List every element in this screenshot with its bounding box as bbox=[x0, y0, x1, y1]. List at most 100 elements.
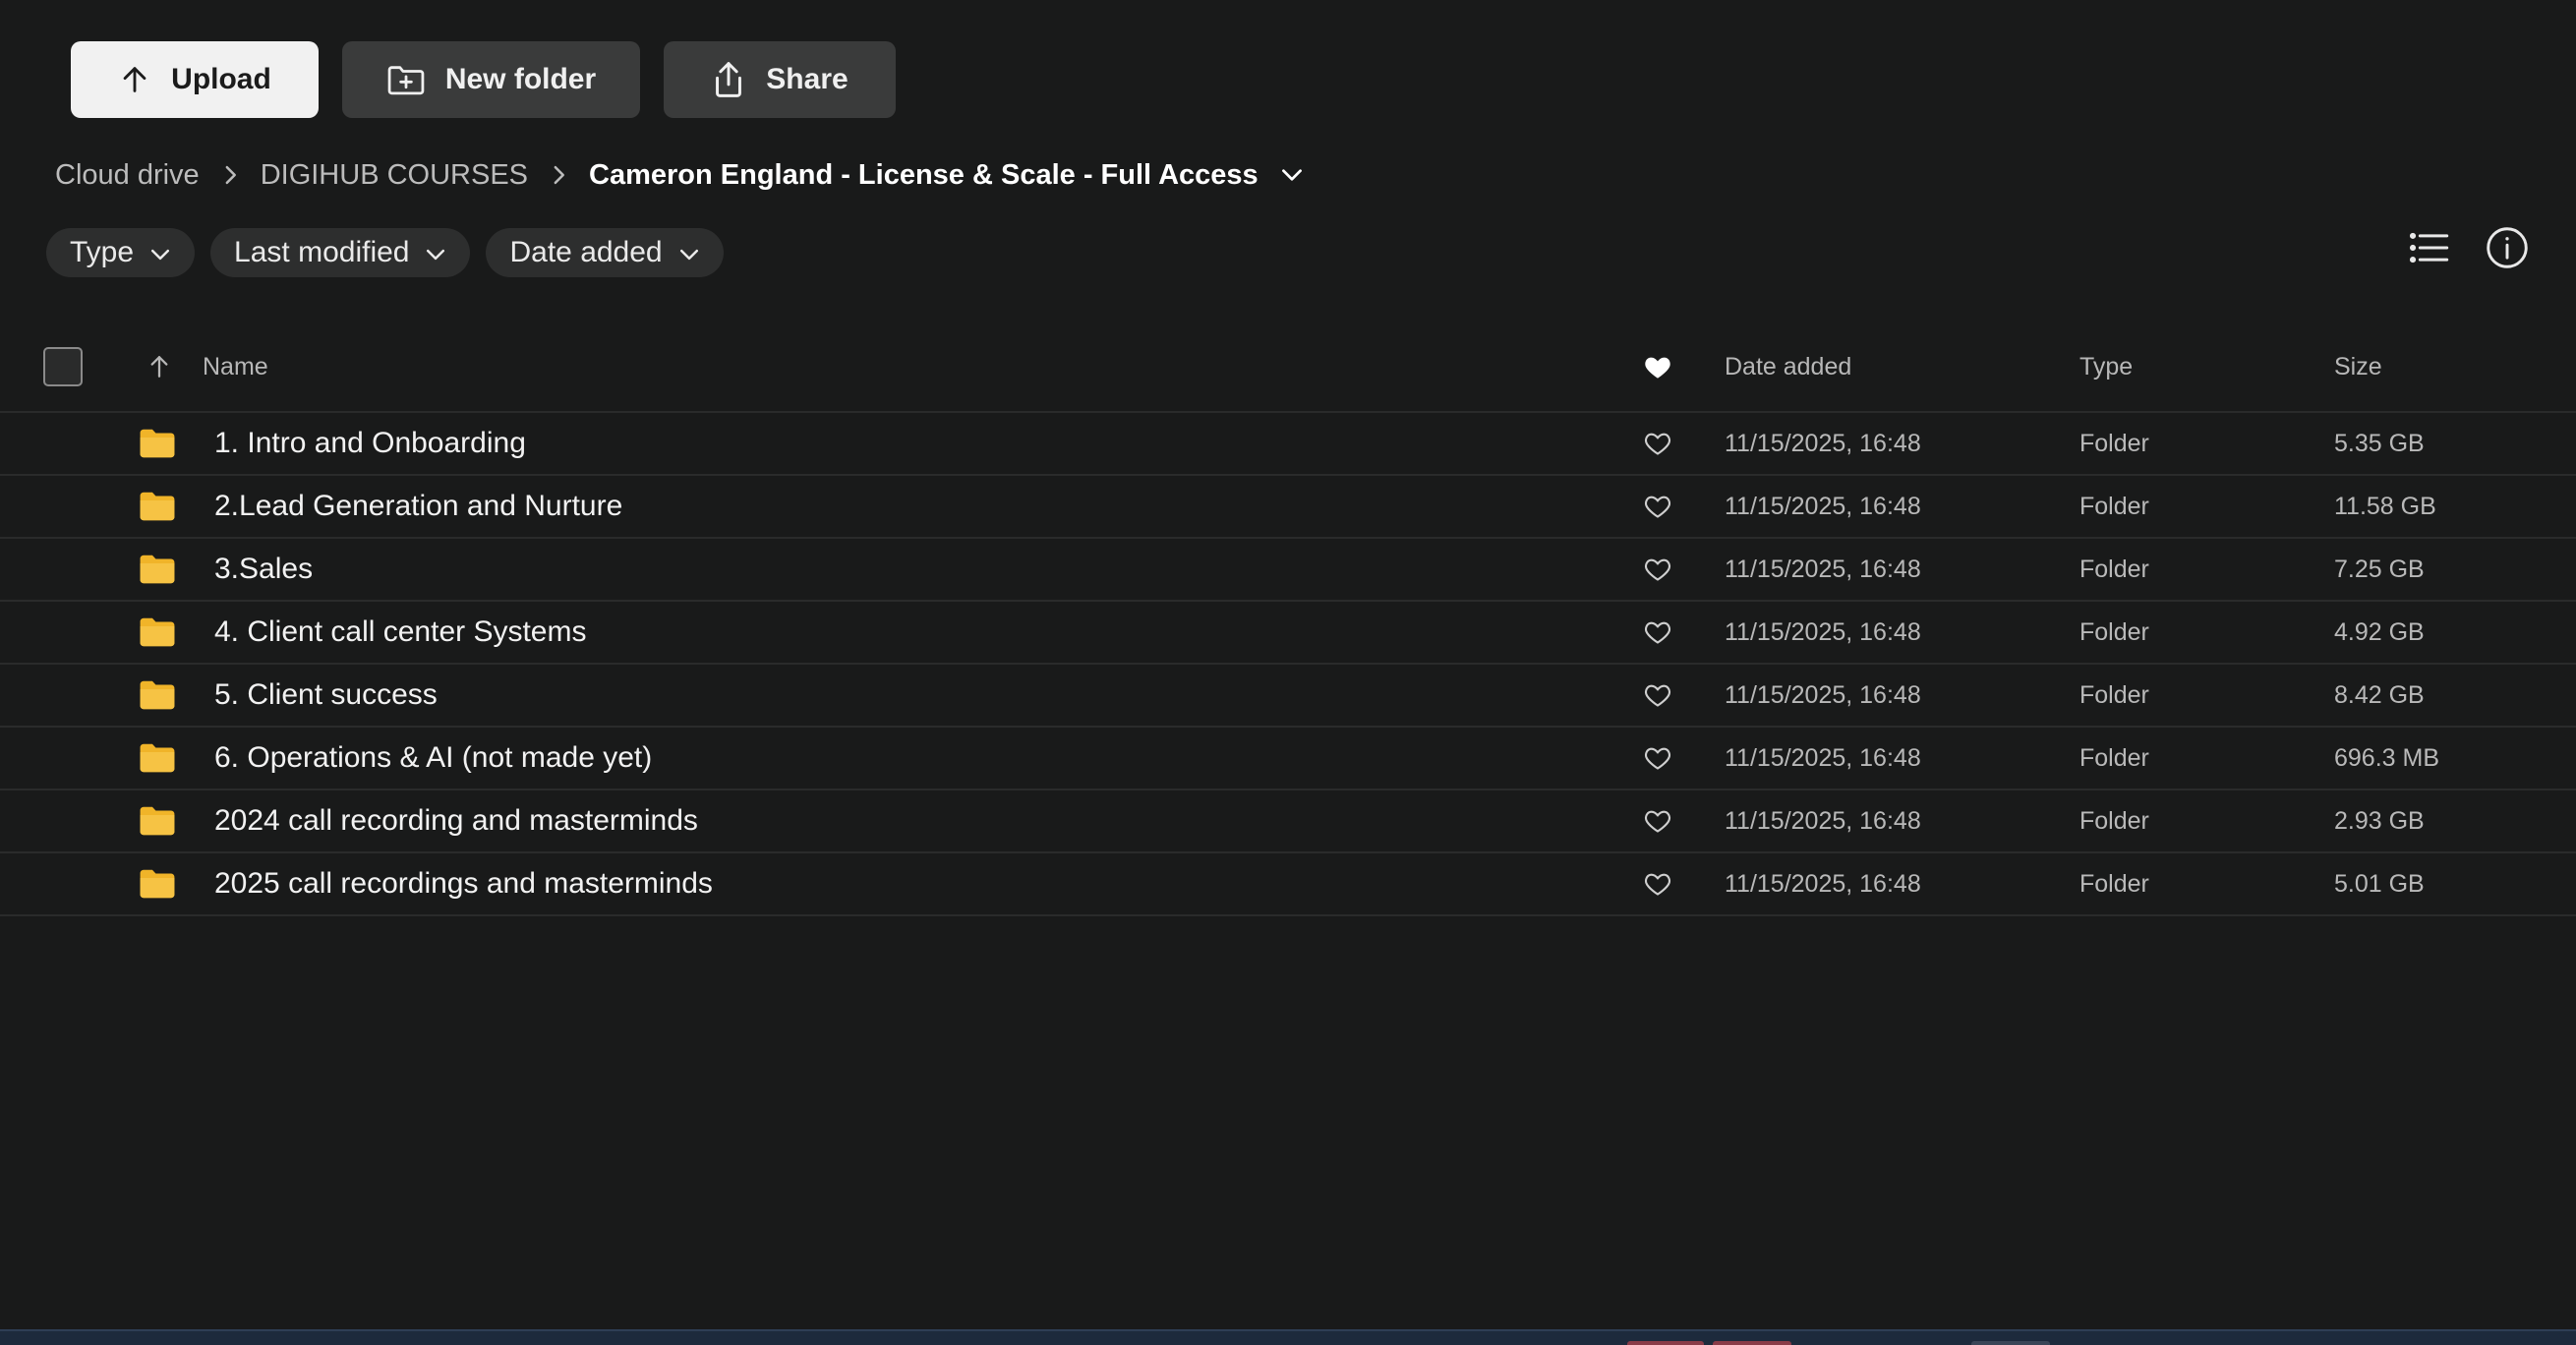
type-filter-label: Type bbox=[70, 236, 135, 268]
type-cell: Folder bbox=[2079, 492, 2149, 520]
folder-icon bbox=[139, 728, 176, 789]
chevron-down-icon bbox=[425, 236, 446, 269]
last-modified-filter[interactable]: Last modified bbox=[210, 228, 471, 277]
size-cell: 5.01 GB bbox=[2334, 869, 2425, 898]
filter-bar: Type Last modified Date added bbox=[46, 228, 724, 277]
folder-name[interactable]: 1. Intro and Onboarding bbox=[214, 413, 526, 474]
type-cell: Folder bbox=[2079, 617, 2149, 646]
type-column-header[interactable]: Type bbox=[2079, 322, 2133, 411]
table-row[interactable]: 3.Sales 11/15/2025, 16:48 Folder 7.25 GB bbox=[0, 539, 2576, 602]
chevron-down-icon[interactable] bbox=[1280, 167, 1304, 183]
date-added-cell: 11/15/2025, 16:48 bbox=[1725, 680, 1921, 709]
upload-button[interactable]: Upload bbox=[71, 41, 319, 118]
type-cell: Folder bbox=[2079, 555, 2149, 583]
chevron-down-icon bbox=[149, 236, 171, 269]
folder-name[interactable]: 2024 call recording and masterminds bbox=[214, 790, 698, 851]
info-icon[interactable] bbox=[2486, 226, 2529, 269]
folder-icon bbox=[139, 476, 176, 537]
favorites-column-heart-icon[interactable] bbox=[1644, 322, 1671, 411]
table-row[interactable]: 1. Intro and Onboarding 11/15/2025, 16:4… bbox=[0, 413, 2576, 476]
folder-icon bbox=[139, 665, 176, 726]
heart-icon[interactable] bbox=[1644, 728, 1671, 789]
folder-name[interactable]: 3.Sales bbox=[214, 539, 313, 600]
heart-icon[interactable] bbox=[1644, 476, 1671, 537]
date-added-cell: 11/15/2025, 16:48 bbox=[1725, 869, 1921, 898]
new-folder-button[interactable]: New folder bbox=[342, 41, 640, 118]
table-row[interactable]: 6. Operations & AI (not made yet) 11/15/… bbox=[0, 728, 2576, 790]
type-cell: Folder bbox=[2079, 869, 2149, 898]
share-label: Share bbox=[766, 63, 849, 95]
table-row[interactable]: 2024 call recording and masterminds 11/1… bbox=[0, 790, 2576, 853]
cloud-drive-page: Upload New folder Share Cloud drive DIGI… bbox=[0, 0, 2576, 1345]
size-cell: 8.42 GB bbox=[2334, 680, 2425, 709]
heart-icon[interactable] bbox=[1644, 539, 1671, 600]
heart-icon[interactable] bbox=[1644, 665, 1671, 726]
folder-name[interactable]: 5. Client success bbox=[214, 665, 438, 726]
share-button[interactable]: Share bbox=[664, 41, 896, 118]
type-cell: Folder bbox=[2079, 743, 2149, 772]
row-divider-gap bbox=[2515, 476, 2576, 478]
toolbar: Upload New folder Share bbox=[71, 41, 896, 118]
date-added-cell: 11/15/2025, 16:48 bbox=[1725, 555, 1921, 583]
type-cell: Folder bbox=[2079, 806, 2149, 835]
taskbar-item[interactable] bbox=[1627, 1341, 1704, 1345]
row-divider-gap bbox=[2515, 413, 2576, 415]
size-cell: 2.93 GB bbox=[2334, 806, 2425, 835]
type-filter[interactable]: Type bbox=[46, 228, 196, 277]
folder-name[interactable]: 2025 call recordings and masterminds bbox=[214, 853, 713, 914]
breadcrumb-current-folder[interactable]: Cameron England - License & Scale - Full… bbox=[589, 159, 1259, 192]
date-added-cell: 11/15/2025, 16:48 bbox=[1725, 806, 1921, 835]
heart-icon[interactable] bbox=[1644, 790, 1671, 851]
arrow-up-icon bbox=[118, 63, 151, 96]
last-modified-filter-label: Last modified bbox=[234, 236, 410, 268]
row-divider-gap bbox=[2515, 790, 2576, 792]
date-added-cell: 11/15/2025, 16:48 bbox=[1725, 743, 1921, 772]
taskbar bbox=[0, 1329, 2576, 1345]
folder-name[interactable]: 4. Client call center Systems bbox=[214, 602, 586, 663]
list-view-icon[interactable] bbox=[2409, 231, 2450, 264]
size-cell: 696.3 MB bbox=[2334, 743, 2440, 772]
table-row[interactable]: 4. Client call center Systems 11/15/2025… bbox=[0, 602, 2576, 665]
table-row[interactable]: 2025 call recordings and masterminds 11/… bbox=[0, 853, 2576, 916]
date-added-column-header[interactable]: Date added bbox=[1725, 322, 1851, 411]
folder-icon bbox=[139, 602, 176, 663]
folder-plus-icon bbox=[386, 62, 426, 97]
sort-ascending-icon[interactable] bbox=[147, 322, 171, 411]
new-folder-label: New folder bbox=[444, 63, 597, 95]
folder-name[interactable]: 2.Lead Generation and Nurture bbox=[214, 476, 622, 537]
chevron-right-icon bbox=[221, 164, 239, 186]
size-cell: 5.35 GB bbox=[2334, 429, 2425, 457]
taskbar-item[interactable] bbox=[1713, 1341, 1791, 1345]
table-body: 1. Intro and Onboarding 11/15/2025, 16:4… bbox=[0, 413, 2576, 916]
date-added-cell: 11/15/2025, 16:48 bbox=[1725, 429, 1921, 457]
row-divider-gap bbox=[2515, 853, 2576, 855]
taskbar-item[interactable] bbox=[1971, 1341, 2050, 1345]
size-cell: 4.92 GB bbox=[2334, 617, 2425, 646]
date-added-filter[interactable]: Date added bbox=[486, 228, 724, 277]
file-table: Name Date added Type Size 1. Intro and O… bbox=[0, 322, 2576, 916]
folder-name[interactable]: 6. Operations & AI (not made yet) bbox=[214, 728, 652, 789]
select-all-checkbox[interactable] bbox=[43, 322, 85, 411]
folder-icon bbox=[139, 853, 176, 914]
date-added-filter-label: Date added bbox=[509, 236, 663, 268]
table-row[interactable]: 2.Lead Generation and Nurture 11/15/2025… bbox=[0, 476, 2576, 539]
view-controls bbox=[2409, 226, 2529, 269]
share-icon bbox=[711, 60, 746, 99]
name-column-header[interactable]: Name bbox=[203, 322, 268, 411]
breadcrumb-digihub-courses[interactable]: DIGIHUB COURSES bbox=[261, 159, 528, 192]
breadcrumb: Cloud drive DIGIHUB COURSES Cameron Engl… bbox=[55, 151, 1304, 199]
folder-icon bbox=[139, 539, 176, 600]
type-cell: Folder bbox=[2079, 429, 2149, 457]
table-row[interactable]: 5. Client success 11/15/2025, 16:48 Fold… bbox=[0, 665, 2576, 728]
heart-icon[interactable] bbox=[1644, 853, 1671, 914]
heart-icon[interactable] bbox=[1644, 413, 1671, 474]
folder-icon bbox=[139, 413, 176, 474]
breadcrumb-cloud-drive[interactable]: Cloud drive bbox=[55, 159, 200, 192]
heart-icon[interactable] bbox=[1644, 602, 1671, 663]
size-cell: 7.25 GB bbox=[2334, 555, 2425, 583]
row-divider-gap bbox=[2515, 728, 2576, 730]
size-column-header[interactable]: Size bbox=[2334, 322, 2382, 411]
folder-icon bbox=[139, 790, 176, 851]
chevron-right-icon bbox=[550, 164, 567, 186]
size-cell: 11.58 GB bbox=[2334, 492, 2436, 520]
